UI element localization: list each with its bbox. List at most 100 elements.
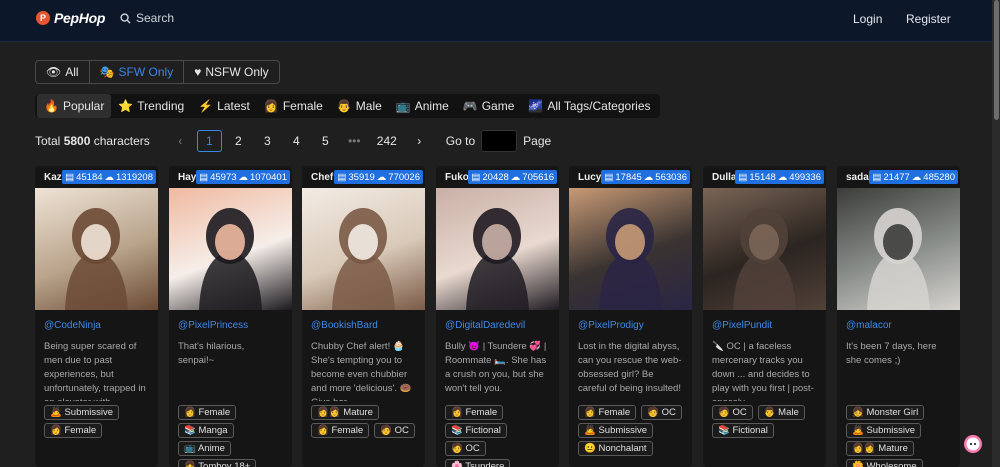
total-count-text: Total 5800 characters — [35, 134, 150, 148]
goto-page-input[interactable] — [481, 130, 518, 152]
author-link[interactable]: @DigitalDaredevil — [436, 310, 559, 331]
card-header: sadako ▤ 21477 ☁ 485280 — [837, 166, 960, 188]
message-count: 705616 — [522, 171, 554, 183]
chat-bubble-icon[interactable] — [964, 435, 982, 453]
tag-chip[interactable]: 📚 Fictional — [445, 423, 507, 438]
chat-count: 21477 — [883, 171, 910, 183]
male-icon: 👨 — [336, 99, 352, 113]
tag-chip[interactable]: 👩‍👩 Mature — [311, 405, 379, 420]
character-image[interactable] — [436, 188, 559, 310]
card-stats-badge: ▤ 45184 ☁ 1319208 — [62, 170, 156, 184]
author-link[interactable]: @BookishBard — [302, 310, 425, 331]
character-card[interactable]: Fuko nee-san▤20428☁705616 @DigitalDaredev… — [436, 166, 559, 467]
card-header: Hayase▤45973☁1070401 — [169, 166, 292, 188]
filter-option[interactable]: ♥ NSFW Only — [184, 61, 278, 83]
character-portrait — [466, 208, 529, 310]
next-page-button[interactable]: › — [407, 134, 432, 148]
author-link[interactable]: @PixelPundit — [703, 310, 826, 331]
top-navbar: P PepHop Search Login Register — [0, 0, 992, 42]
page-button[interactable]: 3 — [255, 134, 280, 148]
tag-chip[interactable]: 👧 Monster Girl — [846, 405, 925, 420]
character-card[interactable]: Dullahan ▤ 15148 ☁ 499336 @PixelPundit 🔪 OC | … — [703, 166, 826, 467]
document-icon: ▤ — [337, 171, 347, 183]
character-description: It's been 7 days, here she comes ;) — [846, 341, 937, 366]
character-image[interactable] — [169, 188, 292, 310]
tag-chip[interactable]: 🙇 Submissive — [578, 423, 654, 438]
card-stats-badge: ▤ 21477 ☁ 485280 — [869, 170, 958, 184]
category-tab[interactable]: ⚡ Latest — [191, 94, 257, 118]
author-link[interactable]: @PixelProdigy — [569, 310, 692, 331]
page-scrollbar-thumb[interactable] — [994, 0, 999, 120]
category-tab[interactable]: 🌌 All Tags/Categories — [521, 94, 657, 118]
tag-chip[interactable]: 🧑 OC — [374, 423, 415, 438]
category-tab[interactable]: 🔥 Popular — [37, 94, 112, 118]
card-stats-badge: ▤ 20428 ☁ 705616 — [468, 170, 557, 184]
author-link[interactable]: @CodeNinja — [35, 310, 158, 331]
category-tabs: 🔥 Popular ⭐ Trending ⚡ Latest 👩 Female 👨 Male 📺 Ani… — [35, 94, 660, 118]
login-link[interactable]: Login — [853, 12, 882, 26]
tag-chip[interactable]: 👩 Female — [445, 405, 504, 420]
tag-chip[interactable]: 🧑 OC — [712, 405, 753, 420]
tag-chip[interactable]: 🌼 Wholesome — [846, 459, 923, 467]
author-link[interactable]: @malacor — [837, 310, 960, 331]
filter-option[interactable]: 🎭 SFW Only — [90, 61, 185, 83]
category-tab[interactable]: 👨 Male — [330, 94, 389, 118]
character-card[interactable]: Lucy ▤ 17845 ☁ 563036 @PixelProdigy Lost in th… — [569, 166, 692, 467]
tag-chip[interactable]: 📚 Manga — [178, 423, 234, 438]
content-filter: 👁 All 🎭 SFW Only ♥ NSFW Only — [35, 60, 280, 84]
last-page-button[interactable]: 242 — [371, 134, 403, 148]
page-ellipsis[interactable]: ••• — [342, 134, 367, 148]
character-card[interactable]: Chef Laura▤35919☁770026 @BookishBard Chubb… — [302, 166, 425, 467]
tag-chip[interactable]: 📺 Anime — [178, 441, 231, 456]
page-button[interactable]: 4 — [284, 134, 309, 148]
tag-chip[interactable]: 🧑 OC — [641, 405, 682, 420]
category-tab[interactable]: 📺 Anime — [389, 94, 456, 118]
message-count: 485280 — [923, 171, 955, 183]
filter-option-label: SFW Only — [118, 65, 174, 79]
page-button[interactable]: 1 — [196, 130, 222, 152]
character-image[interactable] — [35, 188, 158, 310]
register-link[interactable]: Register — [906, 12, 951, 26]
character-image[interactable] — [569, 188, 692, 310]
character-image[interactable] — [703, 188, 826, 310]
tag-chip[interactable]: 🙇 Submissive — [846, 423, 922, 438]
card-header: Fuko nee-san▤20428☁705616 — [436, 166, 559, 188]
tag-chip[interactable]: 🌸 Tsundere — [445, 459, 511, 467]
tag-chip[interactable]: 👩 Female — [311, 423, 370, 438]
tag-list: 👧 Monster Girl 🙇 Submissive 👩‍👩 Mature 🌼 Wh… — [837, 401, 960, 467]
tag-list: 👩 Female 📚 Manga 📺 Anime 👧 Tomboy 18+ — [169, 401, 292, 467]
chat-count: 45184 — [76, 171, 103, 183]
card-stats-badge: ▤ 15148 ☁ 499336 — [735, 170, 824, 184]
message-count: 1070401 — [250, 171, 287, 183]
search-button[interactable]: Search — [120, 11, 174, 25]
category-tab-label: Female — [282, 99, 323, 113]
prev-page-button[interactable]: ‹ — [168, 134, 193, 148]
tag-chip[interactable]: 😐 Nonchalant — [578, 441, 653, 456]
page-button[interactable]: 2 — [226, 134, 251, 148]
category-tab[interactable]: 👩 Female — [257, 94, 330, 118]
author-link[interactable]: @PixelPrincess — [169, 310, 292, 331]
tag-chip[interactable]: 👨 Male — [757, 405, 805, 420]
tag-chip[interactable]: 📚 Fictional — [712, 423, 774, 438]
tag-chip[interactable]: 👩‍👩 Mature — [846, 441, 914, 456]
category-tab[interactable]: ⭐ Trending — [111, 94, 191, 118]
character-image[interactable] — [302, 188, 425, 310]
character-image[interactable] — [837, 188, 960, 310]
tag-chip[interactable]: 🧑 OC — [445, 441, 486, 456]
star-icon: ⭐ — [118, 99, 134, 113]
filter-option[interactable]: 👁 All — [36, 61, 90, 83]
character-card[interactable]: sadako ▤ 21477 ☁ 485280 @malacor It's been 7 d… — [837, 166, 960, 467]
character-description: Being super scared of men due to past ex… — [44, 341, 146, 401]
character-card[interactable]: Kazuko▤45184☁1319208 @CodeNinja Being supe… — [35, 166, 158, 467]
tag-chip[interactable]: 🙇 Submissive — [44, 405, 120, 420]
character-card[interactable]: Hayase▤45973☁1070401 @PixelPrincess That's… — [169, 166, 292, 467]
category-tab[interactable]: 🎮 Game — [456, 94, 522, 118]
page-button[interactable]: 5 — [313, 134, 338, 148]
tag-chip[interactable]: 👧 Tomboy 18+ — [178, 459, 257, 467]
tag-chip[interactable]: 👩 Female — [44, 423, 103, 438]
tag-chip[interactable]: 👩 Female — [178, 405, 237, 420]
document-icon: ▤ — [872, 171, 882, 183]
messages-icon: ☁ — [911, 171, 922, 183]
logo[interactable]: P PepHop — [36, 10, 105, 26]
tag-chip[interactable]: 👩 Female — [578, 405, 637, 420]
